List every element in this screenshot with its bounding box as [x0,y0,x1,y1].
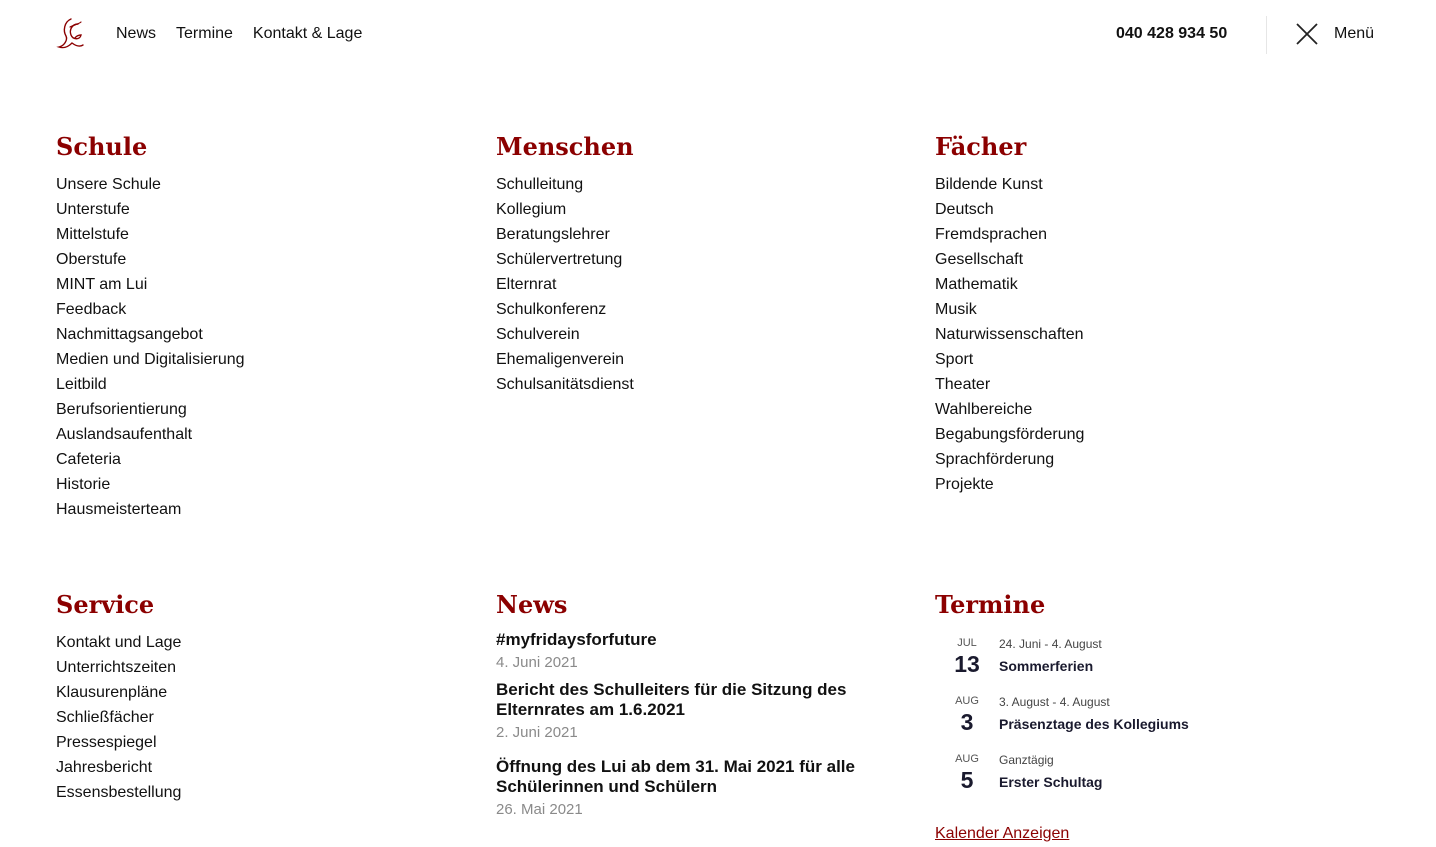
link-beratungslehrer[interactable]: Beratungslehrer [496,226,610,243]
event-title: Präsenztage des Kollegiums [999,716,1189,732]
menu-toggle-button[interactable]: Menü [1294,20,1374,48]
link-leitbild[interactable]: Leitbild [56,376,107,393]
event-date-range: 3. August - 4. August [999,695,1110,709]
news-item: #myfridaysforfuture 4. Juni 2021 [496,630,876,673]
link-jahresbericht[interactable]: Jahresbericht [56,759,152,776]
lg-monogram-icon[interactable] [56,16,86,52]
section-heading-service: Service [56,590,155,619]
link-sport[interactable]: Sport [935,351,973,368]
link-begabungsfoerderung[interactable]: Begabungsförderung [935,426,1084,443]
section-service: Service Kontakt und Lage Unterrichtszeit… [56,590,456,805]
event-month: JUL [957,637,977,649]
event-title: Erster Schultag [999,774,1103,790]
link-fremdsprachen[interactable]: Fremdsprachen [935,226,1047,243]
link-schulleitung[interactable]: Schulleitung [496,176,583,193]
link-klausurenplaene[interactable]: Klausurenpläne [56,684,167,701]
link-wahlbereiche[interactable]: Wahlbereiche [935,401,1032,418]
link-mittelstufe[interactable]: Mittelstufe [56,226,129,243]
link-schliessfaecher[interactable]: Schließfächer [56,709,154,726]
section-termine: Termine JUL 13 24. Juni - 4. August Somm… [935,590,1335,844]
top-nav-news[interactable]: News [116,24,156,44]
event-item[interactable]: AUG 5 Ganztägig Erster Schultag [935,752,1335,810]
link-unsere-schule[interactable]: Unsere Schule [56,176,161,193]
event-day: 13 [954,651,980,677]
close-icon [1296,23,1318,45]
link-bildende-kunst[interactable]: Bildende Kunst [935,176,1043,193]
link-ehemaligenverein[interactable]: Ehemaligenverein [496,351,624,368]
event-title: Sommerferien [999,658,1094,674]
link-list-schule: Unsere Schule Unterstufe Mittelstufe Obe… [56,172,456,522]
link-oberstufe[interactable]: Oberstufe [56,251,126,268]
link-sprachfoerderung[interactable]: Sprachförderung [935,451,1054,468]
link-unterstufe[interactable]: Unterstufe [56,201,130,218]
news-title[interactable]: #myfridaysforfuture [496,630,876,650]
event-item[interactable]: JUL 13 24. Juni - 4. August Sommerferien [935,636,1335,694]
phone-link[interactable]: 040 428 934 50 [1116,24,1227,44]
event-day: 5 [960,767,974,793]
section-heading-termine: Termine [935,590,1046,619]
menu-label: Menü [1334,25,1375,42]
event-month: AUG [955,695,979,707]
link-elternrat[interactable]: Elternrat [496,276,556,293]
top-nav-termine[interactable]: Termine [176,24,233,44]
section-menschen: Menschen Schulleitung Kollegium Beratung… [496,132,896,397]
link-gesellschaft[interactable]: Gesellschaft [935,251,1023,268]
section-news: News #myfridaysforfuture 4. Juni 2021 Be… [496,590,896,827]
link-schulkonferenz[interactable]: Schulkonferenz [496,301,606,318]
link-theater[interactable]: Theater [935,376,990,393]
news-date: 26. Mai 2021 [496,801,583,818]
link-cafeteria[interactable]: Cafeteria [56,451,121,468]
section-heading-schule: Schule [56,132,148,161]
link-kontakt-und-lage[interactable]: Kontakt und Lage [56,634,181,651]
link-berufsorientierung[interactable]: Berufsorientierung [56,401,187,418]
news-title[interactable]: Öffnung des Lui ab dem 31. Mai 2021 für … [496,757,876,797]
link-projekte[interactable]: Projekte [935,476,994,493]
event-day: 3 [960,709,974,735]
link-nachmittagsangebot[interactable]: Nachmittagsangebot [56,326,203,343]
news-title[interactable]: Bericht des Schulleiters für die Sitzung… [496,680,876,720]
section-schule: Schule Unsere Schule Unterstufe Mittelst… [56,132,456,522]
event-date-range: Ganztägig [999,753,1054,767]
news-date: 2. Juni 2021 [496,724,578,741]
event-month: AUG [955,753,979,765]
link-mint-am-lui[interactable]: MINT am Lui [56,276,147,293]
news-item: Bericht des Schulleiters für die Sitzung… [496,680,876,743]
site-header: News Termine Kontakt & Lage 040 428 934 … [0,0,1436,68]
event-item[interactable]: AUG 3 3. August - 4. August Präsenztage … [935,694,1335,752]
link-musik[interactable]: Musik [935,301,977,318]
link-auslandsaufenthalt[interactable]: Auslandsaufenthalt [56,426,192,443]
link-hausmeisterteam[interactable]: Hausmeisterteam [56,501,181,518]
calendar-link[interactable]: Kalender Anzeigen [935,824,1069,844]
news-list: #myfridaysforfuture 4. Juni 2021 Bericht… [496,630,876,820]
event-list: JUL 13 24. Juni - 4. August Sommerferien… [935,636,1335,810]
event-date-range: 24. Juni - 4. August [999,637,1102,651]
top-nav: News Termine Kontakt & Lage [116,24,362,44]
section-heading-news: News [496,590,568,619]
logo-svg [56,18,84,49]
link-medien-digitalisierung[interactable]: Medien und Digitalisierung [56,351,245,368]
link-list-faecher: Bildende Kunst Deutsch Fremdsprachen Ges… [935,172,1335,497]
link-list-service: Kontakt und Lage Unterrichtszeiten Klaus… [56,630,456,805]
top-nav-kontakt-lage[interactable]: Kontakt & Lage [253,24,362,44]
section-faecher: Fächer Bildende Kunst Deutsch Fremdsprac… [935,132,1335,497]
news-item: Öffnung des Lui ab dem 31. Mai 2021 für … [496,757,876,820]
link-feedback[interactable]: Feedback [56,301,126,318]
link-kollegium[interactable]: Kollegium [496,201,566,218]
link-list-menschen: Schulleitung Kollegium Beratungslehrer S… [496,172,896,397]
news-date: 4. Juni 2021 [496,654,578,671]
section-heading-menschen: Menschen [496,132,634,161]
link-schulverein[interactable]: Schulverein [496,326,580,343]
header-divider [1266,16,1267,54]
link-historie[interactable]: Historie [56,476,110,493]
link-deutsch[interactable]: Deutsch [935,201,994,218]
link-essensbestellung[interactable]: Essensbestellung [56,784,181,801]
link-naturwissenschaften[interactable]: Naturwissenschaften [935,326,1084,343]
link-schulsanitaetsdienst[interactable]: Schulsanitätsdienst [496,376,634,393]
section-heading-faecher: Fächer [935,132,1027,161]
link-schuelervertretung[interactable]: Schülervertretung [496,251,622,268]
link-unterrichtszeiten[interactable]: Unterrichtszeiten [56,659,176,676]
link-pressespiegel[interactable]: Pressespiegel [56,734,157,751]
link-mathematik[interactable]: Mathematik [935,276,1018,293]
